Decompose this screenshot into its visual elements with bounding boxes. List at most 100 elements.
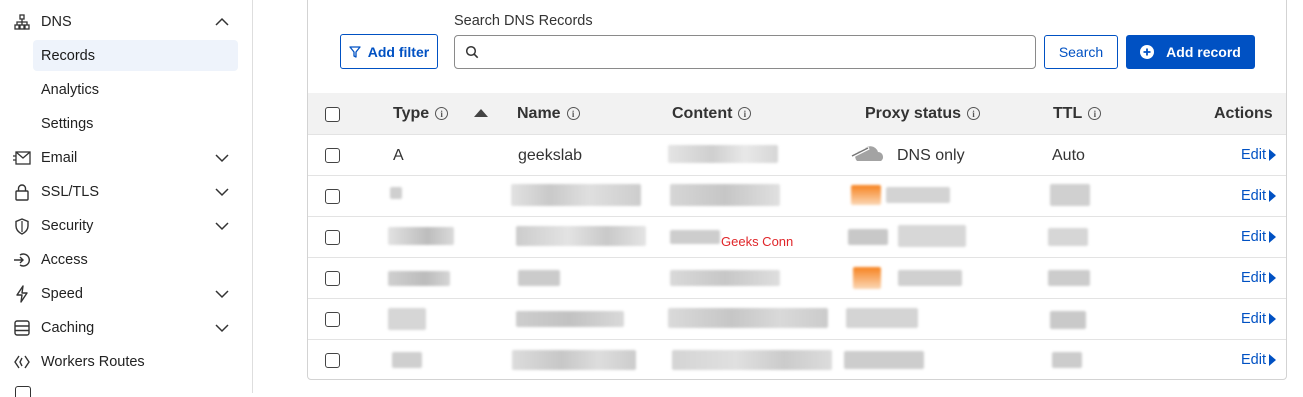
search-icon [465, 45, 479, 59]
table-row: Edit [308, 298, 1286, 340]
table-row: Edit [308, 216, 1286, 258]
sidebar-item-security[interactable]: Security [12, 211, 242, 241]
lightning-icon [12, 284, 32, 304]
sidebar-item-label: Workers Routes [41, 354, 145, 370]
sidebar-item-label: DNS [41, 14, 72, 30]
info-icon[interactable]: i [738, 107, 752, 120]
column-header-label: Content [672, 104, 733, 122]
sidebar-item-workers-routes[interactable]: Workers Routes [12, 347, 242, 377]
sidebar: DNS Records Analytics Settings Email SSL… [0, 0, 253, 397]
row-checkbox[interactable] [325, 230, 340, 245]
redacted-type [392, 352, 422, 368]
chevron-up-icon [215, 17, 229, 26]
redacted-ttl [1048, 228, 1088, 246]
envelope-icon [12, 148, 32, 168]
column-header-label: Type [393, 104, 430, 122]
redacted-content [670, 230, 720, 244]
row-checkbox[interactable] [325, 312, 340, 327]
row-checkbox[interactable] [325, 353, 340, 368]
column-header-label: Proxy status [865, 104, 962, 122]
lock-icon [12, 182, 32, 202]
chevron-down-icon [215, 290, 229, 299]
info-icon[interactable]: i [566, 107, 580, 120]
redacted-content [668, 145, 778, 163]
redacted-ttl [1050, 311, 1086, 329]
access-icon [12, 250, 32, 270]
add-filter-button[interactable]: Add filter [340, 34, 438, 69]
edit-label: Edit [1241, 311, 1266, 327]
search-field[interactable] [454, 35, 1036, 69]
search-label: Search DNS Records [454, 13, 593, 29]
edit-link[interactable]: Edit [1241, 270, 1276, 286]
row-checkbox[interactable] [325, 271, 340, 286]
caret-right-icon [1269, 272, 1276, 284]
redacted-ttl [1050, 184, 1090, 206]
workers-icon [12, 352, 32, 372]
redacted-name [516, 311, 624, 327]
sidebar-item-caching[interactable]: Caching [12, 313, 242, 343]
redacted-content [670, 270, 780, 286]
filter-icon [349, 45, 361, 58]
column-header-type[interactable]: Type i [393, 93, 449, 134]
edit-link[interactable]: Edit [1241, 352, 1276, 368]
table-row: Edit [308, 339, 1286, 381]
info-icon[interactable]: i [967, 107, 981, 120]
search-input[interactable] [485, 38, 1029, 68]
add-record-label: Add record [1166, 44, 1241, 60]
redacted-proxy-icon [853, 267, 881, 289]
column-header-ttl[interactable]: TTL i [1053, 93, 1102, 134]
sidebar-item-email[interactable]: Email [12, 143, 242, 173]
sidebar-item-dns[interactable]: DNS [12, 7, 242, 37]
sidebar-item-ssl-tls[interactable]: SSL/TLS [12, 177, 242, 207]
table-row: A geekslab DNS only Auto Edit [308, 134, 1286, 176]
search-button[interactable]: Search [1044, 35, 1118, 69]
edit-link[interactable]: Edit [1241, 188, 1276, 204]
redacted-type [388, 271, 450, 286]
column-header-name[interactable]: Name i [517, 93, 580, 134]
edit-link[interactable]: Edit [1241, 147, 1276, 163]
sidebar-item-speed[interactable]: Speed [12, 279, 242, 309]
record-type: A [393, 147, 404, 164]
add-record-button[interactable]: Add record [1126, 35, 1255, 69]
edit-label: Edit [1241, 352, 1266, 368]
edit-label: Edit [1241, 270, 1266, 286]
sidebar-item-label: Caching [41, 320, 95, 336]
redacted-content [672, 350, 832, 370]
plus-circle-icon [1140, 45, 1155, 59]
sitemap-icon [12, 12, 32, 32]
redacted-ttl [1052, 352, 1082, 368]
info-icon[interactable]: i [1088, 107, 1102, 120]
table-row: Edit [308, 257, 1286, 299]
info-icon[interactable]: i [435, 107, 449, 120]
redacted-proxy-status [898, 270, 962, 286]
sidebar-subitem-records[interactable]: Records [33, 40, 238, 71]
sidebar-item-label: SSL/TLS [41, 184, 100, 200]
redacted-proxy-status [898, 225, 966, 247]
chevron-down-icon [215, 154, 229, 163]
column-header-proxy-status[interactable]: Proxy status i [865, 93, 981, 134]
redacted-proxy-status [886, 187, 950, 203]
shield-icon [12, 216, 32, 236]
column-header-content[interactable]: Content i [672, 93, 752, 134]
column-header-actions: Actions [1214, 104, 1273, 122]
add-filter-label: Add filter [367, 43, 430, 60]
redacted-content [670, 184, 780, 206]
sort-ascending-icon[interactable] [474, 109, 488, 117]
storage-icon [12, 318, 32, 338]
sidebar-item-access[interactable]: Access [12, 245, 242, 275]
select-all-checkbox[interactable] [325, 107, 340, 122]
column-header-label: Name [517, 104, 561, 122]
redacted-ttl [1048, 270, 1090, 286]
caret-right-icon [1269, 190, 1276, 202]
row-checkbox[interactable] [325, 148, 340, 163]
sidebar-subitem-settings[interactable]: Settings [33, 108, 238, 139]
redacted-proxy-icon [848, 229, 888, 245]
redacted-proxy-status [846, 308, 918, 328]
row-checkbox[interactable] [325, 189, 340, 204]
chevron-down-icon [215, 324, 229, 333]
sidebar-subitem-analytics[interactable]: Analytics [33, 74, 238, 105]
caret-right-icon [1269, 313, 1276, 325]
edit-link[interactable]: Edit [1241, 229, 1276, 245]
redacted-name [512, 350, 636, 370]
edit-link[interactable]: Edit [1241, 311, 1276, 327]
